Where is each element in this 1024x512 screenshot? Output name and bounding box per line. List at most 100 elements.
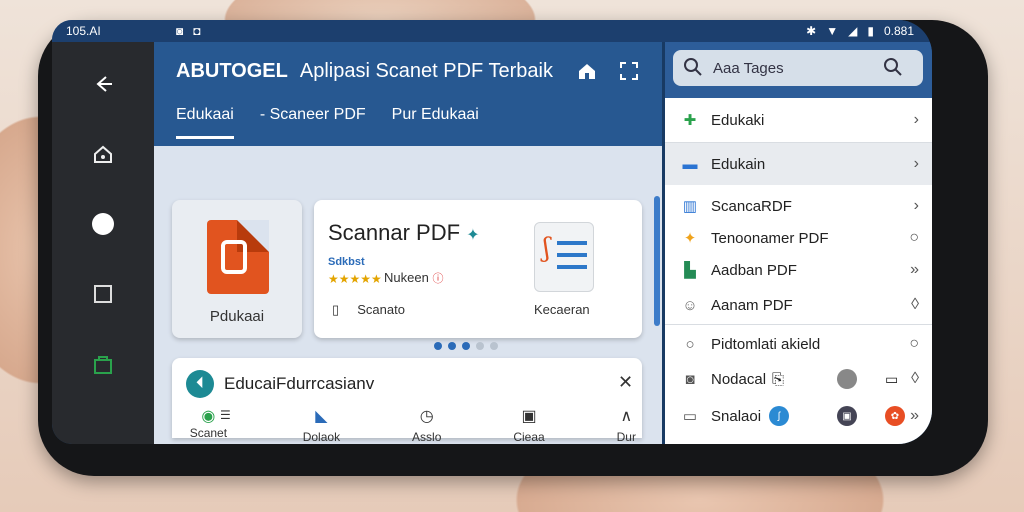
more-menu-icon[interactable]: ⋮ <box>929 56 932 76</box>
chevron-right-icon: › <box>913 111 919 128</box>
caret-up-icon: ∧ <box>620 408 633 425</box>
round-action-icon[interactable] <box>837 369 857 389</box>
side-item-tenoonamer[interactable]: ✦ Tenoonamer PDF ○ <box>665 222 932 254</box>
tablet-icon[interactable]: ▭ <box>885 371 898 388</box>
clock-icon: ◷ <box>419 408 434 425</box>
bottom-nav-label: Scanet <box>189 426 228 440</box>
app-card-subtitle: Sdkbst <box>328 256 365 268</box>
side-item-snalaoi[interactable]: ▭ Snalaoi ʃ ▣ ✿ » <box>665 398 932 434</box>
side-item-pidtomlati[interactable]: ○ Pidtomlati akield ○ <box>665 326 932 362</box>
bottom-nav-item[interactable]: ◣ Dolaok <box>303 406 340 444</box>
bottom-nav-item[interactable]: ▣ Cieaa <box>513 406 544 444</box>
battery-text: 0.881 <box>883 24 914 38</box>
bottom-nav: ◉ ☰ Scanet ◣ Dolaok ◷ Asslo ▣ Cieaa ∧ Dur <box>186 406 636 444</box>
side-item-label: ScancaRDF <box>711 197 792 215</box>
chart-icon: ◣ <box>315 408 328 425</box>
rating-stars-icon: ★★★★★ <box>328 272 382 286</box>
home-icon <box>94 145 112 163</box>
battery-icon: ▮ <box>867 24 874 38</box>
side-item-scancardf[interactable]: ▥ ScancaRDF › <box>665 190 932 222</box>
house-icon <box>579 64 595 79</box>
expand-button[interactable] <box>618 60 640 87</box>
tab-pur-edukaai[interactable]: Pur Edukaai <box>392 106 479 139</box>
fire-icon[interactable]: ✿ <box>885 406 905 426</box>
bottom-nav-item[interactable]: ◉ ☰ Scanet <box>186 406 231 444</box>
search-input[interactable]: Aaa Tages <box>713 60 784 77</box>
search-bar[interactable]: Aaa Tages <box>673 50 923 86</box>
side-item-edukaki[interactable]: ✚ Edukaki › <box>665 98 932 142</box>
side-item-aanam[interactable]: ☺ Aanam PDF ◊ <box>665 288 932 322</box>
tab-scaneer-pdf[interactable]: - Scaneer PDF <box>260 106 366 139</box>
home-app-button[interactable] <box>576 60 598 87</box>
doc-line <box>557 253 587 257</box>
card-action-scan[interactable]: ▯ Scanato <box>332 302 405 318</box>
status-time: 105.AI <box>66 24 101 38</box>
search-submit-icon[interactable] <box>883 57 903 82</box>
back-arrow-icon <box>96 76 112 92</box>
rating-text: Nukeen ⓘ <box>384 270 443 286</box>
card-action-right[interactable]: Kecaeran <box>534 302 590 317</box>
carousel-dot[interactable] <box>476 342 484 350</box>
side-list: ✚ Edukaki › ▬ Edukain › ▥ ScancaRDF › ✦ … <box>665 98 932 444</box>
app-title: ABUTOGEL Aplipasi Scanеt PDF Terbaik <box>176 60 553 83</box>
camera-icon: ◙ <box>685 370 695 388</box>
recents-button[interactable] <box>89 280 117 308</box>
app-card-small[interactable]: Pdukaai <box>172 200 302 338</box>
carousel-dot[interactable] <box>434 342 442 350</box>
side-item-label: Tenoonamer PDF <box>711 229 829 247</box>
close-icon: ✕ <box>618 372 634 392</box>
function-glyph-icon: ʃ <box>543 233 551 263</box>
side-item-label: Snalaoi <box>711 407 762 425</box>
bottom-nav-label: Dolaok <box>302 430 341 444</box>
side-item-label: Nodacal <box>711 370 767 388</box>
side-item-label: Edukain <box>711 155 766 173</box>
carousel-dot[interactable] <box>490 342 498 350</box>
leaf-icon: ✚ <box>683 112 697 129</box>
carousel-dots[interactable] <box>434 342 498 350</box>
bottom-nav-label: Asslo <box>412 430 442 444</box>
camera-icon: ◙ <box>176 24 184 38</box>
window-icon: ▭ <box>682 408 698 425</box>
bottom-nav-label: Cieaa <box>513 430 545 444</box>
app-main: ABUTOGEL Aplipasi Scanеt PDF Terbaik Eduk… <box>154 42 662 444</box>
chevron-right-icon: » <box>910 261 919 278</box>
bottom-sheet: ⏴ EducaiFdurrcasianv ✕ ◉ ☰ Scanet ◣ Dolaok … <box>172 358 642 444</box>
tab-edukaai[interactable]: Edukaai <box>176 106 234 139</box>
close-button[interactable]: ✕ <box>618 372 633 393</box>
card-action-right-label: Kecaeran <box>534 302 590 317</box>
app-card-title: Scannar PDF ✦ <box>328 220 480 246</box>
app-logo-icon: ⏴ <box>186 370 214 398</box>
verified-icon: ✦ <box>466 227 480 244</box>
side-item-aadban[interactable]: ▙ Aadban PDF » <box>665 254 932 286</box>
target-icon: ◉ <box>201 408 216 425</box>
menu-icon: ☰ <box>220 408 231 422</box>
info-icon: ⓘ <box>432 273 444 285</box>
app-card-main[interactable]: Scannar PDF ✦ Sdkbst ★★★★★ Nukeen ⓘ ʃ ▯ … <box>314 200 642 338</box>
side-item-label: Aadban PDF <box>711 261 797 279</box>
circle-nav-button[interactable] <box>89 210 117 238</box>
title-text: Aplipasi Scanеt PDF Terbaik <box>299 60 553 82</box>
tab-bar: Edukaai - Scaneer PDF Pur Edukaai <box>176 106 479 139</box>
carousel-dot[interactable] <box>462 342 470 350</box>
phone-screen: 105.AI ◙ ◘ ✱ ▼ ◢ ▮ 0.881 ABUTOGEL Aplipa… <box>52 20 932 444</box>
circle-home-icon <box>92 213 114 235</box>
store-button[interactable] <box>89 350 117 378</box>
brand-name: ABUTOGEL <box>176 60 288 82</box>
scan-icon: ▯ <box>332 302 340 317</box>
divider <box>665 324 932 325</box>
pin-icon: ◊ <box>911 370 919 387</box>
bottom-nav-item[interactable]: ∧ Dur <box>617 406 636 444</box>
side-item-edukain[interactable]: ▬ Edukain › <box>665 143 932 185</box>
swirl-icon[interactable]: ʃ <box>769 406 790 426</box>
back-button[interactable] <box>89 70 117 98</box>
signal-icon: ◢ <box>848 24 858 38</box>
carousel-dot[interactable] <box>448 342 456 350</box>
doc-line <box>557 265 587 269</box>
bottom-nav-item[interactable]: ◷ Asslo <box>412 406 441 444</box>
side-item-nodacal[interactable]: ◙ Nodacal ⎘ ▭ ◊ <box>665 362 932 396</box>
scan-label: Scanato <box>357 302 405 317</box>
book-icon: ▥ <box>682 198 698 215</box>
scrollbar[interactable] <box>654 196 660 326</box>
device-icon[interactable]: ▣ <box>837 406 857 426</box>
home-nav-button[interactable] <box>89 140 117 168</box>
